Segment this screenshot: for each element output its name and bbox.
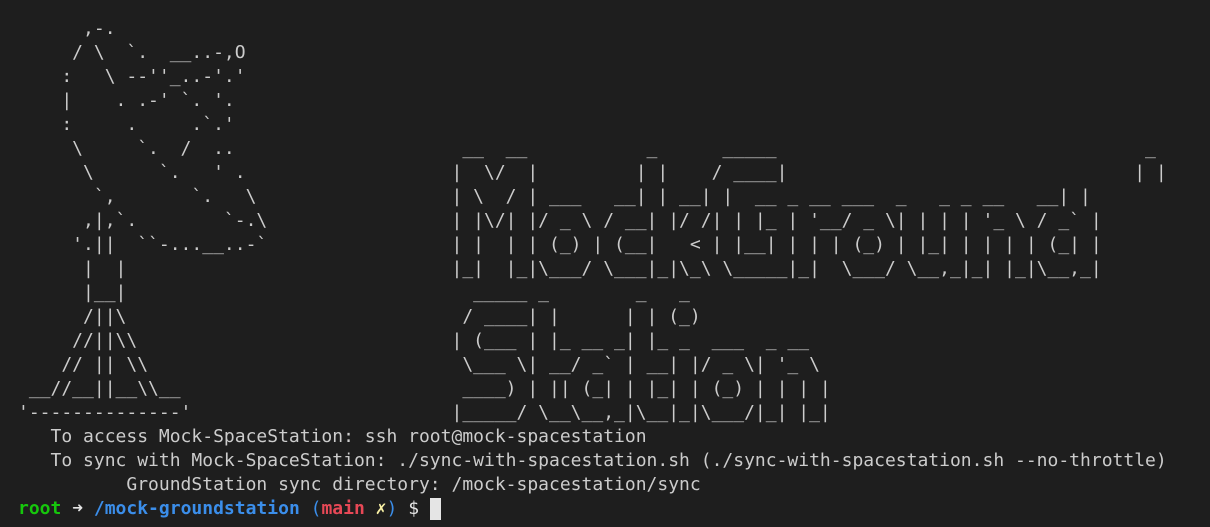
terminal-cursor[interactable] [429, 498, 441, 520]
ascii-banner: ,-. / \ `. __..-,O : \ --''_..-'.' | . .… [18, 17, 1167, 425]
prompt-git-branch: main [321, 498, 365, 519]
prompt-arrow-icon: ➜ [61, 498, 94, 519]
prompt-paren-open: ( [299, 498, 322, 519]
prompt-dirty-icon: ✗ [364, 498, 387, 519]
ascii-art-satellite-dish-and-title: ,-. / \ `. __..-,O : \ --''_..-'.' | . .… [18, 18, 1167, 423]
prompt-directory: /mock-groundstation [93, 498, 300, 519]
shell-prompt[interactable]: root ➜ /mock-groundstation ( main ✗ ) $ [18, 497, 441, 521]
access-instructions-line: To access Mock-SpaceStation: ssh root@mo… [18, 426, 647, 447]
prompt-user: root [18, 498, 62, 519]
prompt-dollar-sign: $ [397, 498, 430, 519]
info-block: To access Mock-SpaceStation: ssh root@mo… [18, 425, 1167, 497]
prompt-paren-close: ) [386, 498, 398, 519]
terminal-window[interactable]: ,-. / \ `. __..-,O : \ --''_..-'.' | . .… [0, 0, 1210, 527]
sync-directory-line: GroundStation sync directory: /mock-spac… [18, 474, 701, 495]
sync-instructions-line: To sync with Mock-SpaceStation: ./sync-w… [18, 450, 1167, 471]
